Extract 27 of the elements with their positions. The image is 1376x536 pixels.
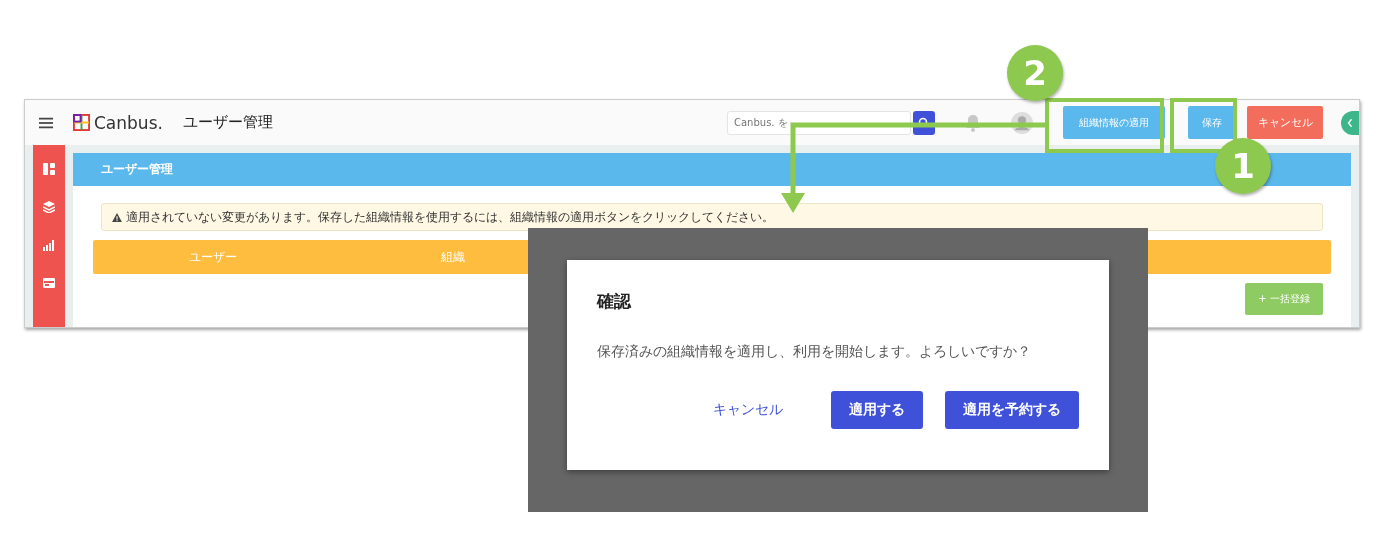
save-button[interactable]: 保存: [1188, 106, 1236, 139]
warning-text: 適用されていない変更があります。保存した組織情報を使用するには、組織情報の適用ボタンをクリックしてください。: [126, 209, 774, 225]
avatar-icon[interactable]: [1011, 111, 1033, 134]
dialog-title: 確認: [597, 290, 633, 313]
step-number: 2: [1007, 45, 1063, 101]
chevron-left-icon: [1347, 117, 1353, 128]
column-header: ユーザー: [188, 248, 238, 266]
page-title: ユーザー管理: [182, 113, 273, 132]
card-icon[interactable]: [43, 277, 55, 289]
logo-icon: [73, 114, 90, 131]
cancel-link[interactable]: キャンセル: [707, 391, 789, 429]
panel-title: ユーザー管理: [101, 161, 173, 178]
apply-button[interactable]: 適用を予約する: [945, 391, 1079, 429]
bar-chart-icon[interactable]: [43, 239, 55, 251]
apply-button[interactable]: 組織情報の適用: [1063, 106, 1165, 139]
bell-icon[interactable]: [965, 113, 981, 132]
dialog-message: 保存済みの組織情報を適用し、利用を開始します。よろしいですか？: [597, 343, 1032, 361]
menu-icon[interactable]: [39, 116, 53, 129]
bulk-register-button[interactable]: + 一括登録: [1245, 283, 1323, 315]
collapse-toggle[interactable]: [1341, 110, 1359, 135]
logo-text: Canbus.: [94, 112, 163, 133]
dashboard-icon[interactable]: [43, 163, 55, 175]
apply-button[interactable]: 適用する: [831, 391, 923, 429]
layers-icon[interactable]: [43, 201, 55, 213]
column-header: 組織: [440, 248, 466, 266]
warning-icon: [112, 212, 122, 222]
cancel-button[interactable]: キャンセル: [1247, 106, 1323, 139]
